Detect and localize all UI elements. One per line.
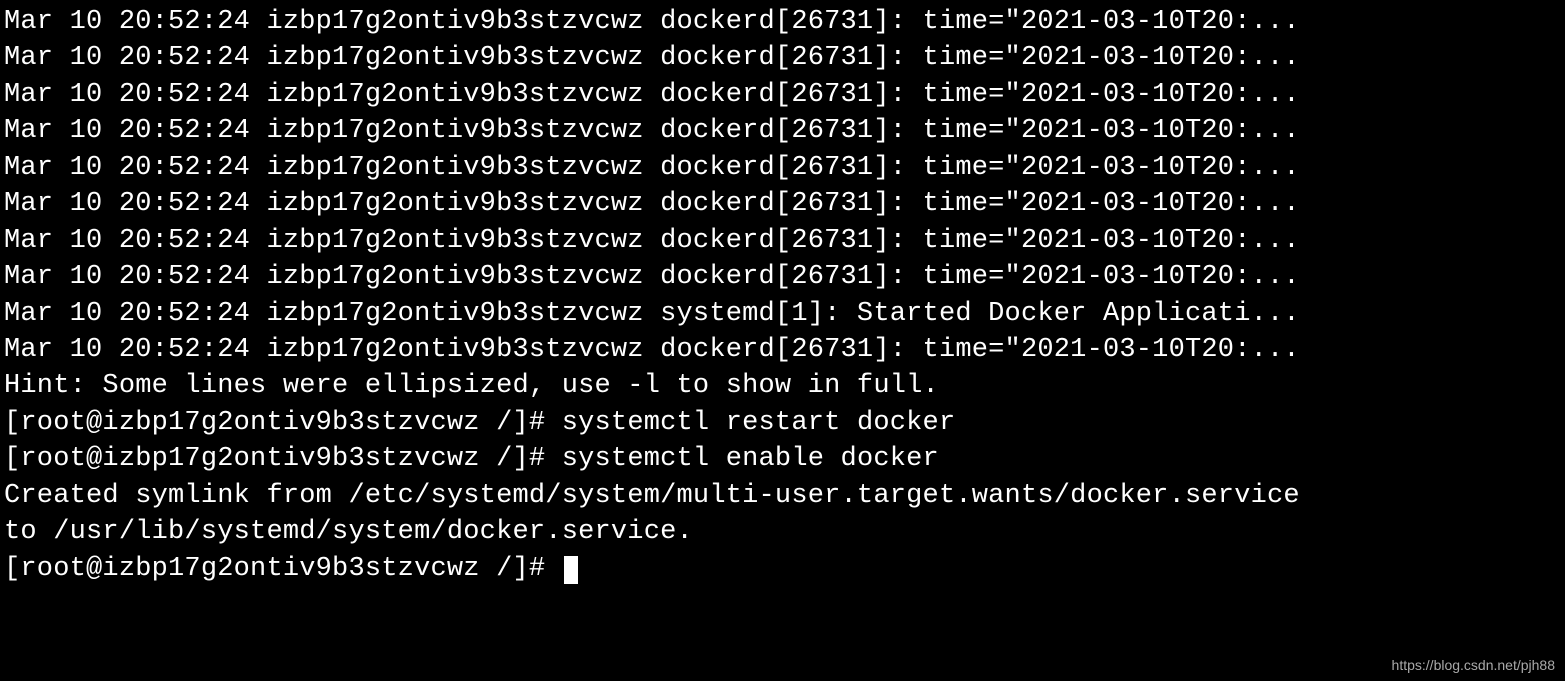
shell-prompt: [root@izbp17g2ontiv9b3stzvcwz /]# [4, 408, 562, 438]
watermark-text: https://blog.csdn.net/pjh88 [1392, 656, 1555, 675]
log-line: Mar 10 20:52:24 izbp17g2ontiv9b3stzvcwz … [4, 150, 1561, 186]
log-line: Mar 10 20:52:24 izbp17g2ontiv9b3stzvcwz … [4, 113, 1561, 149]
log-line: Mar 10 20:52:24 izbp17g2ontiv9b3stzvcwz … [4, 259, 1561, 295]
cursor-icon [564, 556, 578, 584]
log-line: Mar 10 20:52:24 izbp17g2ontiv9b3stzvcwz … [4, 186, 1561, 222]
log-line: Mar 10 20:52:24 izbp17g2ontiv9b3stzvcwz … [4, 296, 1561, 332]
log-line: Mar 10 20:52:24 izbp17g2ontiv9b3stzvcwz … [4, 77, 1561, 113]
prompt-line-3[interactable]: [root@izbp17g2ontiv9b3stzvcwz /]# [4, 551, 1561, 587]
hint-line: Hint: Some lines were ellipsized, use -l… [4, 368, 1561, 404]
prompt-line-1: [root@izbp17g2ontiv9b3stzvcwz /]# system… [4, 405, 1561, 441]
log-line: Mar 10 20:52:24 izbp17g2ontiv9b3stzvcwz … [4, 332, 1561, 368]
shell-prompt: [root@izbp17g2ontiv9b3stzvcwz /]# [4, 554, 562, 584]
log-line: Mar 10 20:52:24 izbp17g2ontiv9b3stzvcwz … [4, 40, 1561, 76]
terminal-output[interactable]: Mar 10 20:52:24 izbp17g2ontiv9b3stzvcwz … [4, 4, 1561, 587]
prompt-line-2: [root@izbp17g2ontiv9b3stzvcwz /]# system… [4, 441, 1561, 477]
command-text: systemctl enable docker [562, 444, 939, 474]
command-text: systemctl restart docker [562, 408, 956, 438]
log-line: Mar 10 20:52:24 izbp17g2ontiv9b3stzvcwz … [4, 223, 1561, 259]
shell-prompt: [root@izbp17g2ontiv9b3stzvcwz /]# [4, 444, 562, 474]
output-line: Created symlink from /etc/systemd/system… [4, 478, 1561, 514]
output-line: to /usr/lib/systemd/system/docker.servic… [4, 514, 1561, 550]
log-line: Mar 10 20:52:24 izbp17g2ontiv9b3stzvcwz … [4, 4, 1561, 40]
